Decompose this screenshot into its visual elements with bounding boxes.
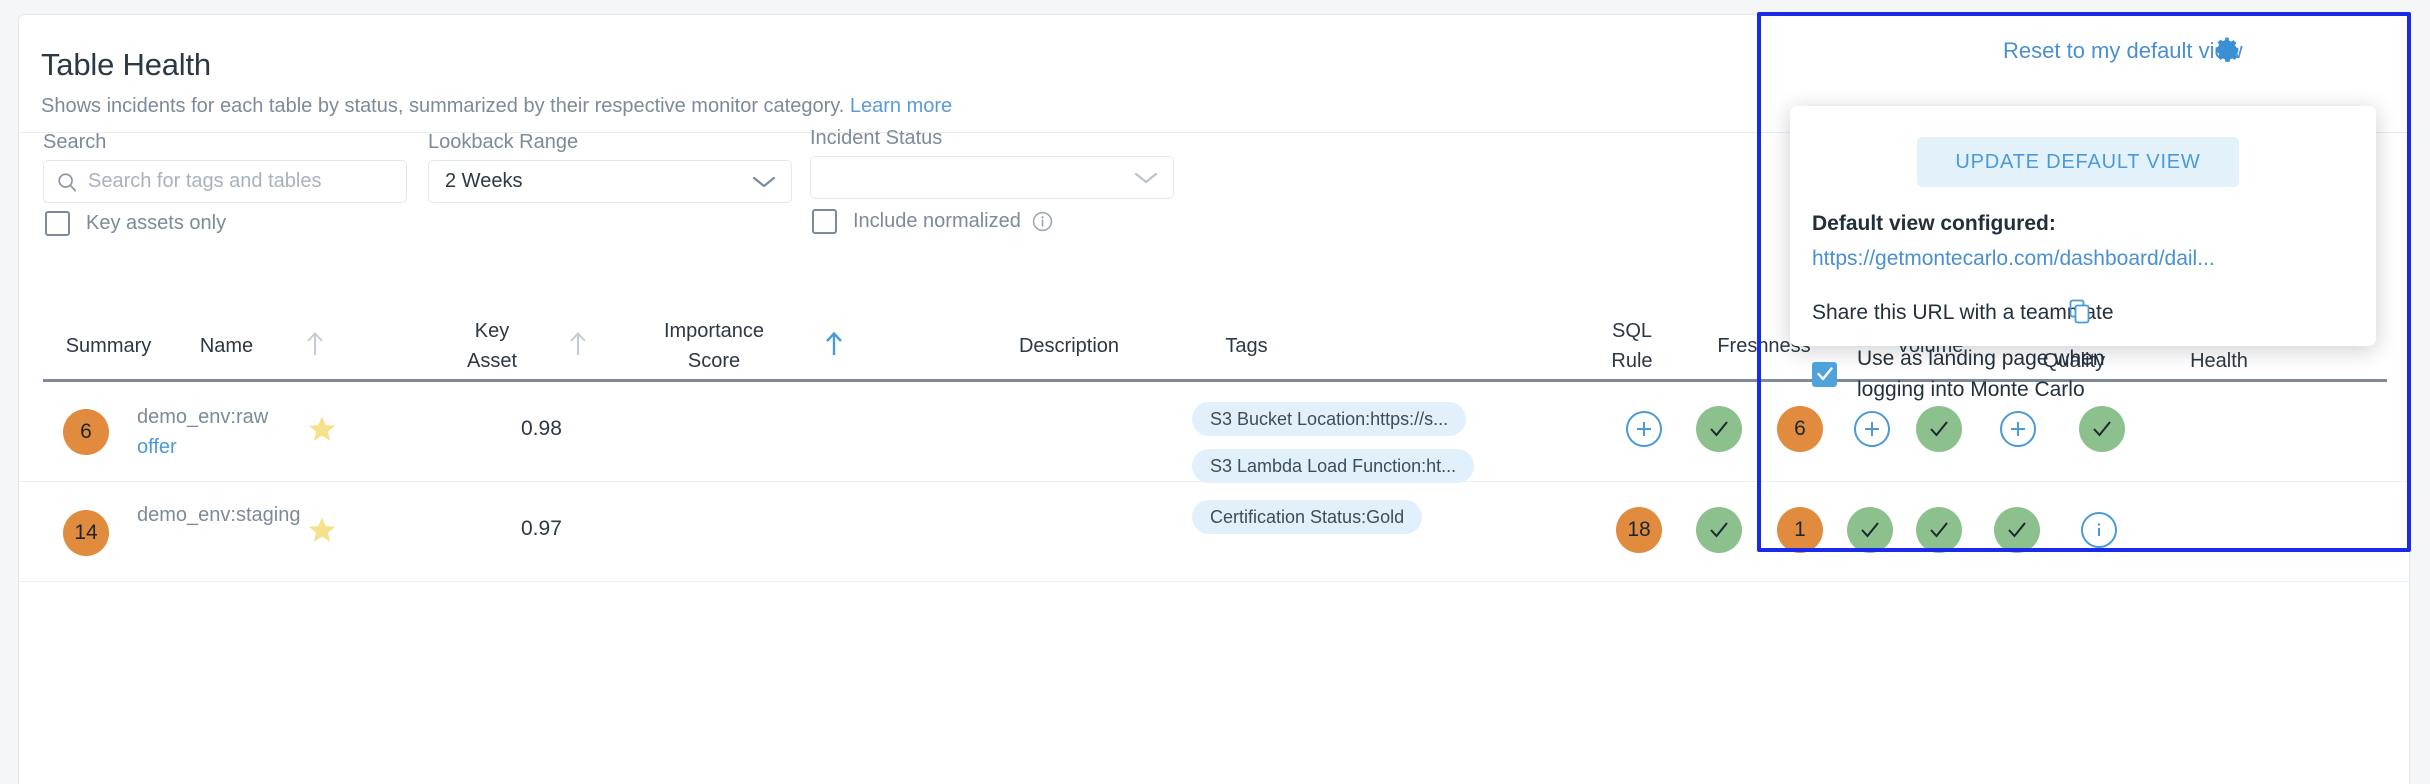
schema-label: demo_env:raw	[137, 402, 268, 432]
plus-icon	[1634, 419, 1654, 439]
check-icon	[1926, 416, 1952, 442]
learn-more-link[interactable]: Learn more	[850, 95, 952, 117]
volume-count-badge[interactable]: 1	[1777, 507, 1823, 553]
sort-ascending-icon[interactable]	[567, 329, 589, 359]
gear-icon[interactable]	[2213, 35, 2243, 65]
health-info-icon[interactable]	[2081, 512, 2117, 548]
info-icon[interactable]	[1032, 211, 1053, 232]
check-icon	[1815, 364, 1835, 384]
key-asset-star-icon[interactable]	[307, 414, 337, 444]
quality-add-icon[interactable]	[2000, 411, 2036, 447]
incident-status-label: Incident Status	[810, 127, 942, 150]
include-normalized-checkbox[interactable]: Include normalized	[812, 209, 1053, 234]
copy-icon[interactable]	[2068, 299, 2092, 325]
checkbox-box	[812, 209, 837, 234]
quality-status-badge[interactable]	[1916, 507, 1962, 553]
include-normalized-label: Include normalized	[853, 210, 1021, 233]
search-placeholder: Search for tags and tables	[88, 170, 321, 193]
check-icon	[1857, 517, 1883, 543]
tag-chip[interactable]: S3 Bucket Location:https://s...	[1192, 402, 1466, 436]
health-status-badge[interactable]	[1994, 507, 2040, 553]
plus-icon	[2008, 419, 2028, 439]
quality-status-badge[interactable]	[1916, 406, 1962, 452]
search-label: Search	[43, 131, 106, 154]
check-icon	[1926, 517, 1952, 543]
table-name-cell: demo_env:raw offer	[137, 402, 268, 462]
reset-to-default-view-link[interactable]: Reset to my default view	[2003, 38, 2243, 64]
plus-icon	[1862, 419, 1882, 439]
page-subtitle: Shows incidents for each table by status…	[41, 95, 952, 118]
lookback-value: 2 Weeks	[445, 170, 522, 193]
check-icon	[2004, 517, 2030, 543]
table-row[interactable]: 14 demo_env:staging 0.97 Certification S…	[19, 482, 2409, 582]
importance-score-cell: 0.97	[521, 517, 562, 541]
column-header-sql-rule[interactable]: SQL Rule	[1597, 316, 1667, 376]
volume-add-icon[interactable]	[1854, 411, 1890, 447]
table-name-cell: demo_env:staging	[137, 500, 300, 530]
sql-rule-add-icon[interactable]	[1626, 411, 1662, 447]
column-header-health[interactable]: Health	[2154, 346, 2284, 376]
check-icon	[2089, 416, 2115, 442]
key-assets-only-label: Key assets only	[86, 212, 226, 235]
column-header-summary[interactable]: Summary	[51, 331, 166, 361]
search-icon	[56, 171, 78, 193]
chevron-down-icon	[751, 174, 777, 190]
update-default-view-button[interactable]: UPDATE DEFAULT VIEW	[1917, 137, 2239, 187]
landing-page-label: Use as landing page when logging into Mo…	[1857, 343, 2147, 405]
landing-page-checkbox[interactable]: Use as landing page when logging into Mo…	[1812, 343, 2147, 405]
default-view-popup: UPDATE DEFAULT VIEW Default view configu…	[1790, 106, 2376, 346]
summary-badge[interactable]: 6	[63, 409, 109, 455]
volume-status-badge[interactable]	[1847, 507, 1893, 553]
key-asset-star-icon[interactable]	[307, 515, 337, 545]
lookback-label: Lookback Range	[428, 131, 578, 154]
health-status-badge[interactable]	[2079, 406, 2125, 452]
page-subtitle-text: Shows incidents for each table by status…	[41, 95, 844, 117]
column-header-key-asset[interactable]: Key Asset	[447, 316, 537, 376]
tag-chip[interactable]: Certification Status:Gold	[1192, 500, 1422, 534]
page-root: Table Health Shows incidents for each ta…	[0, 0, 2430, 784]
sql-rule-count-badge[interactable]: 18	[1616, 507, 1662, 553]
volume-count-badge[interactable]: 6	[1777, 406, 1823, 452]
table-link[interactable]: offer	[137, 432, 268, 462]
chevron-down-icon	[1133, 170, 1159, 186]
schema-label: demo_env:staging	[137, 500, 300, 530]
column-header-name[interactable]: Name	[179, 331, 274, 361]
sort-ascending-icon[interactable]	[304, 329, 326, 359]
incident-status-select[interactable]	[810, 156, 1174, 199]
checkbox-box	[45, 211, 70, 236]
lookback-range-select[interactable]: 2 Weeks	[428, 160, 792, 203]
page-title: Table Health	[41, 47, 211, 83]
search-input[interactable]: Search for tags and tables	[43, 160, 407, 203]
freshness-status-badge[interactable]	[1696, 507, 1742, 553]
freshness-status-badge[interactable]	[1696, 406, 1742, 452]
importance-score-cell: 0.98	[521, 417, 562, 441]
default-view-configured-label: Default view configured:	[1812, 212, 2056, 236]
default-view-url-link[interactable]: https://getmontecarlo.com/dashboard/dail…	[1812, 247, 2215, 271]
info-icon	[2089, 520, 2109, 540]
key-assets-only-checkbox[interactable]: Key assets only	[45, 211, 226, 236]
check-icon	[1706, 416, 1732, 442]
column-header-description[interactable]: Description	[994, 331, 1144, 361]
summary-badge[interactable]: 14	[63, 510, 109, 556]
column-header-tags[interactable]: Tags	[1209, 331, 1284, 361]
checkbox-box	[1812, 362, 1837, 387]
sort-ascending-active-icon[interactable]	[823, 329, 845, 359]
check-icon	[1706, 517, 1732, 543]
column-header-importance-score[interactable]: Importance Score	[619, 316, 809, 376]
tag-chip[interactable]: S3 Lambda Load Function:ht...	[1192, 449, 1474, 483]
